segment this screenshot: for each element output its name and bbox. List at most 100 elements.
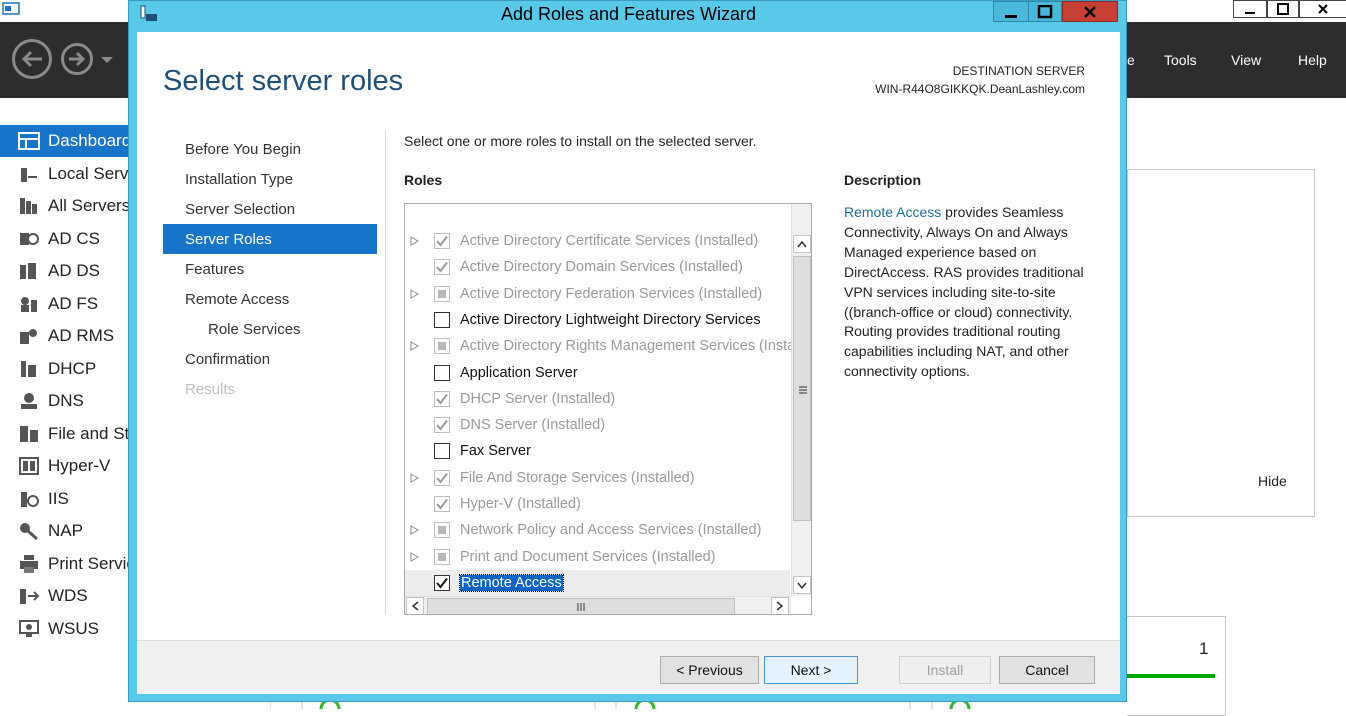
role-label: Network Policy and Access Services (Inst… bbox=[460, 522, 762, 539]
role-row[interactable]: Application Server bbox=[405, 360, 790, 386]
partial-check-icon bbox=[438, 526, 446, 535]
sidebar-item-ad-ds[interactable]: AD DS bbox=[0, 255, 130, 287]
horizontal-scroll-thumb[interactable] bbox=[427, 598, 735, 614]
sidebar-item-wds[interactable]: WDS bbox=[0, 580, 130, 612]
scroll-left-button[interactable] bbox=[406, 597, 424, 614]
role-row[interactable]: DHCP Server (Installed) bbox=[405, 386, 790, 412]
sidebar-item-print-services[interactable]: Print Services bbox=[0, 548, 130, 580]
sidebar-item-dns[interactable]: DNS bbox=[0, 385, 130, 417]
sidebar-item-ad-cs[interactable]: AD CS bbox=[0, 223, 130, 255]
expand-triangle-icon[interactable] bbox=[410, 472, 419, 483]
expand-triangle-icon[interactable] bbox=[410, 288, 419, 299]
sidebar-item-ad-rms[interactable]: AD RMS bbox=[0, 320, 130, 352]
wizard-close-button[interactable] bbox=[1062, 1, 1118, 22]
step-before-you-begin[interactable]: Before You Begin bbox=[163, 134, 377, 164]
step-features[interactable]: Features bbox=[163, 254, 377, 284]
roles-label: Roles bbox=[404, 172, 443, 188]
next-button[interactable]: Next > bbox=[764, 656, 858, 684]
check-icon bbox=[436, 472, 448, 484]
roles-vertical-scrollbar[interactable] bbox=[791, 234, 811, 596]
sm-maximize-button[interactable] bbox=[1267, 0, 1299, 18]
ad-ds-icon bbox=[20, 263, 36, 279]
role-row[interactable]: Hyper-V (Installed) bbox=[405, 491, 790, 517]
sm-close-button[interactable] bbox=[1299, 0, 1346, 18]
forward-button[interactable] bbox=[61, 43, 93, 75]
role-row[interactable]: Active Directory Certificate Services (I… bbox=[405, 228, 790, 254]
vertical-scroll-thumb[interactable] bbox=[793, 256, 811, 521]
step-server-selection[interactable]: Server Selection bbox=[163, 194, 377, 224]
wsus-icon bbox=[19, 620, 39, 637]
roles-tree-list[interactable]: Active Directory Certificate Services (I… bbox=[404, 203, 812, 615]
check-icon bbox=[436, 577, 448, 589]
menu-help[interactable]: Help bbox=[1298, 52, 1327, 68]
step-installation-type[interactable]: Installation Type bbox=[163, 164, 377, 194]
sidebar-item-iis[interactable]: IIS bbox=[0, 483, 130, 515]
step-server-roles[interactable]: Server Roles bbox=[163, 224, 377, 254]
sidebar-item-label: AD RMS bbox=[48, 326, 115, 345]
expand-triangle-icon[interactable] bbox=[410, 525, 419, 536]
step-remote-access[interactable]: Remote Access bbox=[163, 284, 377, 314]
role-row[interactable]: Active Directory Rights Management Servi… bbox=[405, 333, 791, 359]
welcome-tile-panel bbox=[1127, 169, 1315, 517]
sidebar-item-label: File and Storage Services bbox=[48, 424, 130, 443]
sidebar-item-nap[interactable]: NAP bbox=[0, 515, 130, 547]
expand-triangle-icon[interactable] bbox=[410, 341, 419, 352]
back-button[interactable] bbox=[12, 39, 52, 79]
status-tile-bar bbox=[1127, 674, 1215, 678]
role-checkbox[interactable] bbox=[434, 574, 450, 591]
sidebar-item-dashboard[interactable]: Dashboard bbox=[0, 125, 130, 157]
description-text: Remote Access provides Seamless Connecti… bbox=[844, 203, 1094, 382]
menu-tools[interactable]: Tools bbox=[1164, 52, 1197, 68]
scroll-right-button[interactable] bbox=[771, 597, 789, 614]
previous-button[interactable]: < Previous bbox=[660, 656, 759, 684]
step-confirmation[interactable]: Confirmation bbox=[163, 344, 377, 374]
expand-triangle-icon[interactable] bbox=[410, 551, 419, 562]
role-row[interactable]: Print and Document Services (Installed) bbox=[405, 544, 790, 570]
description-link[interactable]: Remote Access bbox=[844, 204, 941, 220]
sidebar-item-dhcp[interactable]: DHCP bbox=[0, 353, 130, 385]
scroll-down-button[interactable] bbox=[793, 576, 811, 594]
arrow-left-icon bbox=[21, 50, 42, 68]
sidebar-item-label: Local Server bbox=[48, 164, 130, 183]
scroll-up-button[interactable] bbox=[793, 235, 811, 253]
role-row[interactable]: Active Directory Federation Services (In… bbox=[405, 281, 790, 307]
role-checkbox[interactable] bbox=[434, 443, 450, 460]
role-row[interactable]: Active Directory Domain Services (Instal… bbox=[405, 254, 790, 280]
status-tile[interactable] bbox=[1127, 616, 1226, 716]
menu-manage-partial[interactable]: e bbox=[1127, 52, 1135, 68]
role-checkbox[interactable] bbox=[434, 311, 450, 328]
role-label: Active Directory Certificate Services (I… bbox=[460, 233, 759, 249]
sidebar-item-label: Print Services bbox=[48, 554, 130, 573]
maximize-icon bbox=[1037, 4, 1053, 18]
instruction-text: Select one or more roles to install on t… bbox=[404, 133, 757, 149]
sidebar-item-file-storage[interactable]: File and Storage Services bbox=[0, 418, 130, 450]
role-row[interactable]: File And Storage Services (Installed) bbox=[405, 465, 790, 491]
sidebar-item-all-servers[interactable]: All Servers bbox=[0, 190, 130, 222]
hide-link[interactable]: Hide bbox=[1258, 473, 1287, 489]
menu-view[interactable]: View bbox=[1231, 52, 1261, 68]
step-role-services[interactable]: Role Services bbox=[163, 314, 377, 344]
check-icon bbox=[436, 235, 448, 247]
sidebar-item-label: All Servers bbox=[48, 196, 130, 215]
minimize-icon bbox=[1245, 12, 1255, 14]
roles-horizontal-scrollbar[interactable] bbox=[405, 596, 791, 614]
role-row[interactable]: Network Policy and Access Services (Inst… bbox=[405, 517, 790, 543]
cancel-button[interactable]: Cancel bbox=[999, 656, 1095, 684]
role-checkbox[interactable] bbox=[434, 364, 450, 381]
sidebar-item-wsus[interactable]: WSUS bbox=[0, 613, 130, 645]
history-dropdown-icon[interactable] bbox=[100, 56, 114, 64]
wizard-minimize-button[interactable] bbox=[993, 1, 1029, 22]
sidebar-item-hyper-v[interactable]: Hyper-V bbox=[0, 450, 130, 482]
sm-minimize-button[interactable] bbox=[1233, 0, 1267, 18]
role-row[interactable]: Active Directory Lightweight Directory S… bbox=[405, 307, 790, 333]
expand-triangle-icon[interactable] bbox=[410, 236, 419, 246]
sidebar-item-local-server[interactable]: Local Server bbox=[0, 158, 130, 190]
sidebar-item-ad-fs[interactable]: AD FS bbox=[0, 288, 130, 320]
check-icon bbox=[436, 393, 448, 405]
role-row[interactable]: Remote Access bbox=[405, 569, 790, 596]
role-row[interactable]: DNS Server (Installed) bbox=[405, 412, 790, 438]
partial-check-icon bbox=[438, 289, 446, 298]
role-row[interactable]: Fax Server bbox=[405, 438, 790, 464]
wizard-maximize-button[interactable] bbox=[1029, 1, 1062, 22]
chevron-up-icon bbox=[797, 240, 807, 248]
